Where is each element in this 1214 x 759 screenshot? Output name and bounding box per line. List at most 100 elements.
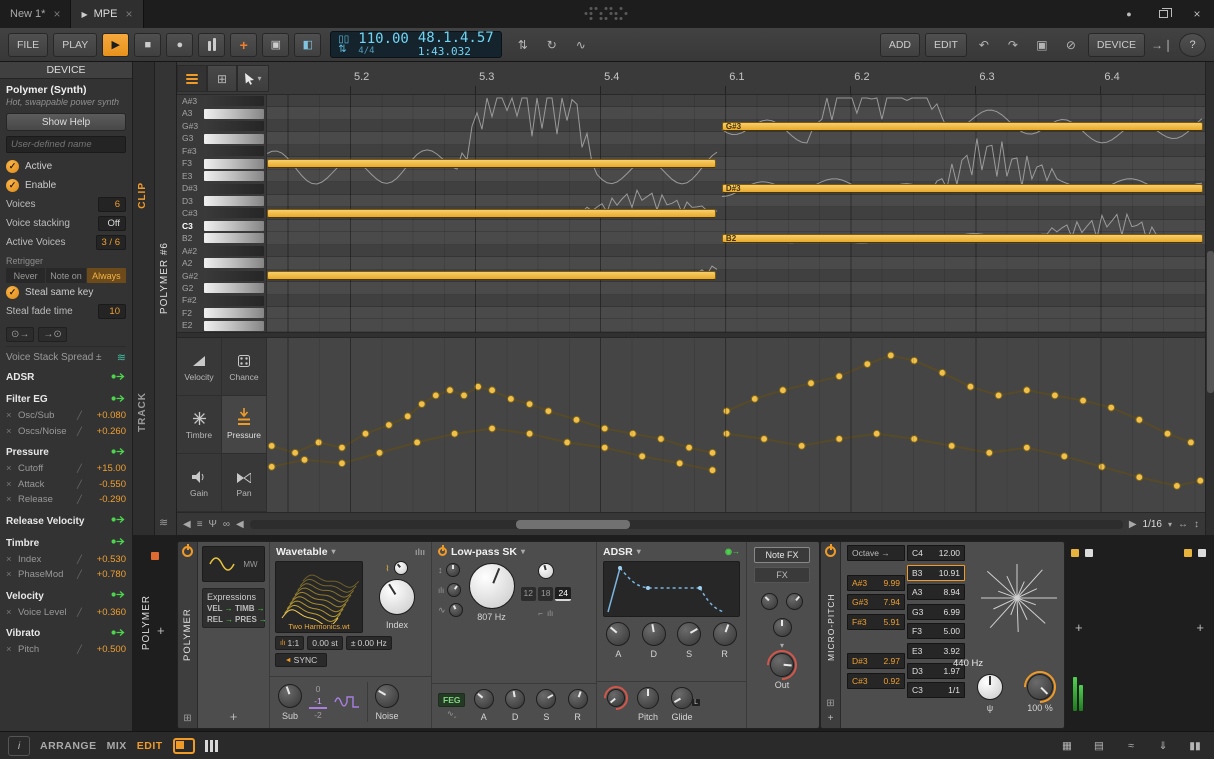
pitch-cell-c4[interactable]: C412.00 (907, 545, 965, 561)
voices-row[interactable]: Voices 6 (6, 195, 126, 214)
remove-mod-icon[interactable]: × (6, 410, 15, 421)
scrollbar-handle[interactable] (516, 520, 629, 529)
piano-key-D#3[interactable]: D#3 (177, 182, 267, 194)
show-help-button[interactable]: Show Help (6, 113, 126, 131)
filter-spectrum-icon[interactable]: ılı (547, 609, 553, 618)
drive-knob[interactable] (446, 563, 460, 577)
mod-section-release-velocity[interactable]: Release Velocity (6, 513, 126, 530)
time-signature[interactable]: 4/4 (358, 47, 374, 56)
track-color-swatch[interactable] (151, 552, 159, 560)
midi-note-D#3[interactable]: D#3 (722, 184, 1203, 193)
mod-target-row[interactable]: ×PhaseMod╱+0.780 (6, 567, 126, 583)
pitch-cell-c3[interactable]: C31/1 (907, 682, 965, 698)
slope-12[interactable]: 12 (521, 587, 536, 601)
chevron-down-icon[interactable]: ▾ (1168, 520, 1172, 529)
retrigger-never[interactable]: Never (6, 268, 45, 283)
overdub-button[interactable]: ▣ (262, 33, 289, 57)
play-button[interactable]: ▶ (102, 33, 129, 57)
tempo-value[interactable]: 110.00 (358, 32, 409, 47)
res-mod-knob[interactable] (449, 603, 463, 617)
play-menu-button[interactable]: PLAY (53, 33, 97, 57)
remote-controls-icon[interactable]: ⊞ (826, 698, 834, 709)
edit-menu-button[interactable]: EDIT (925, 33, 967, 57)
metronome-button[interactable] (198, 33, 225, 57)
note-lane[interactable] (267, 107, 1205, 119)
slot-swatch[interactable] (1085, 549, 1093, 557)
add-modulator-button[interactable]: + (202, 709, 265, 724)
amount-knob[interactable] (1027, 674, 1053, 700)
project-tab-mpe[interactable]: ▶ MPE × (71, 0, 143, 28)
detune-semi-chip[interactable]: 0.00 st (307, 636, 343, 650)
piano-key-A3[interactable]: A3 (177, 107, 267, 119)
mod-section-vibrato[interactable]: Vibrato (6, 625, 126, 642)
mod-amount-value[interactable]: -0.290 (91, 494, 126, 505)
slot-swatch[interactable] (1198, 549, 1206, 557)
filter-type-select[interactable]: Low-pass SK (451, 546, 517, 558)
voices-value[interactable]: 6 (98, 197, 126, 212)
redo-button[interactable]: ↷ (1001, 33, 1025, 57)
device-menu-button[interactable]: DEVICE (1088, 33, 1145, 57)
restore-window-button[interactable] (1146, 0, 1180, 28)
note-fx-tab[interactable]: Note FX (754, 547, 810, 563)
pitch-knob[interactable] (637, 687, 659, 709)
meter-panel-icon[interactable]: ▮▮ (1184, 736, 1206, 756)
add-device-button[interactable]: + (157, 623, 165, 638)
punch-in-button[interactable]: + (230, 33, 257, 57)
wavetable-list-icon[interactable]: ılıı (415, 547, 425, 557)
retrigger-always[interactable]: Always (87, 268, 126, 283)
send-b-knob[interactable] (786, 593, 803, 610)
note-lane[interactable] (267, 319, 1205, 331)
mod-target-row[interactable]: ×Oscs/Noise╱+0.260 (6, 424, 126, 440)
record-button[interactable]: ● (166, 33, 193, 57)
expression-tab-pan[interactable]: Pan (222, 454, 267, 512)
steal-fade-value[interactable]: 10 (98, 304, 126, 319)
view-arrange[interactable]: ARRANGE (40, 740, 97, 752)
mod-target-row[interactable]: ×Pitch╱+0.500 (6, 642, 126, 658)
add-button[interactable]: ADD (880, 33, 920, 57)
help-button[interactable]: ? (1179, 33, 1206, 57)
feg-r-knob[interactable] (568, 689, 588, 709)
add-icon[interactable]: + (828, 713, 834, 724)
lane-label[interactable]: POLYMER #6 (159, 242, 170, 314)
scroll-right-icon[interactable]: ▶ (1129, 519, 1137, 530)
active-toggle[interactable]: ✓ Active (6, 157, 126, 176)
envelope-display[interactable] (603, 561, 740, 617)
noise-knob[interactable] (375, 684, 399, 708)
midi-note-G#2[interactable] (267, 271, 716, 280)
panel-layout-button[interactable] (173, 738, 195, 754)
add-device-button[interactable]: + (1196, 620, 1204, 635)
piano-keyboard[interactable]: A#3A3G#3G3F#3F3E3D#3D3C#3C3B2A#2A2G#2G2F… (177, 95, 267, 332)
project-tab[interactable]: New 1* × (0, 0, 71, 28)
mod-amount-value[interactable]: +0.080 (91, 410, 126, 421)
note-roll[interactable]: G#3D#3B2 (267, 95, 1205, 332)
piano-key-F3[interactable]: F3 (177, 157, 267, 169)
voice-stacking-row[interactable]: Voice stacking Off (6, 214, 126, 233)
note-lane[interactable] (267, 295, 1205, 307)
slope-18[interactable]: 18 (538, 587, 553, 601)
out-knob[interactable] (770, 653, 794, 677)
mod-amount-value[interactable]: +0.360 (91, 607, 126, 618)
track-section-label[interactable]: TRACK (137, 392, 148, 432)
filter-curve-icon[interactable]: ⌐ (538, 609, 543, 618)
sync-toggle[interactable]: ◄SYNC (275, 653, 327, 667)
remove-mod-icon[interactable]: × (6, 479, 15, 490)
transport-display[interactable]: ▯▯⇅ 110.00 4/4 48.1.4.57 1:43.032 (330, 31, 501, 58)
pitch-cell-ds3[interactable]: D#32.97 (847, 653, 905, 669)
piano-key-F#3[interactable]: F#3 (177, 145, 267, 157)
remove-mod-icon[interactable]: × (6, 644, 15, 655)
pitch-cell-b3[interactable]: B310.91 (907, 565, 965, 581)
note-lane[interactable] (267, 95, 1205, 107)
mod-section-filter-eg[interactable]: Filter EG (6, 391, 126, 408)
power-icon[interactable] (438, 547, 447, 556)
expression-vel[interactable]: VEL→ (207, 604, 233, 613)
cancel-button[interactable]: ⊘ (1059, 33, 1083, 57)
midi-note-C#3[interactable] (267, 209, 716, 218)
pitch-cell-e3[interactable]: E33.92 (907, 643, 965, 659)
fx-tab[interactable]: FX (754, 567, 810, 583)
mod-amount-value[interactable]: +15.00 (91, 463, 126, 474)
song-position[interactable]: 48.1.4.57 (418, 31, 494, 46)
piano-key-G2[interactable]: G2 (177, 282, 267, 294)
steal-fade-row[interactable]: Steal fade time 10 (6, 302, 126, 321)
resonance-knob[interactable] (538, 563, 554, 579)
wavetable-display[interactable]: Two Harmonics.wt (275, 561, 363, 633)
